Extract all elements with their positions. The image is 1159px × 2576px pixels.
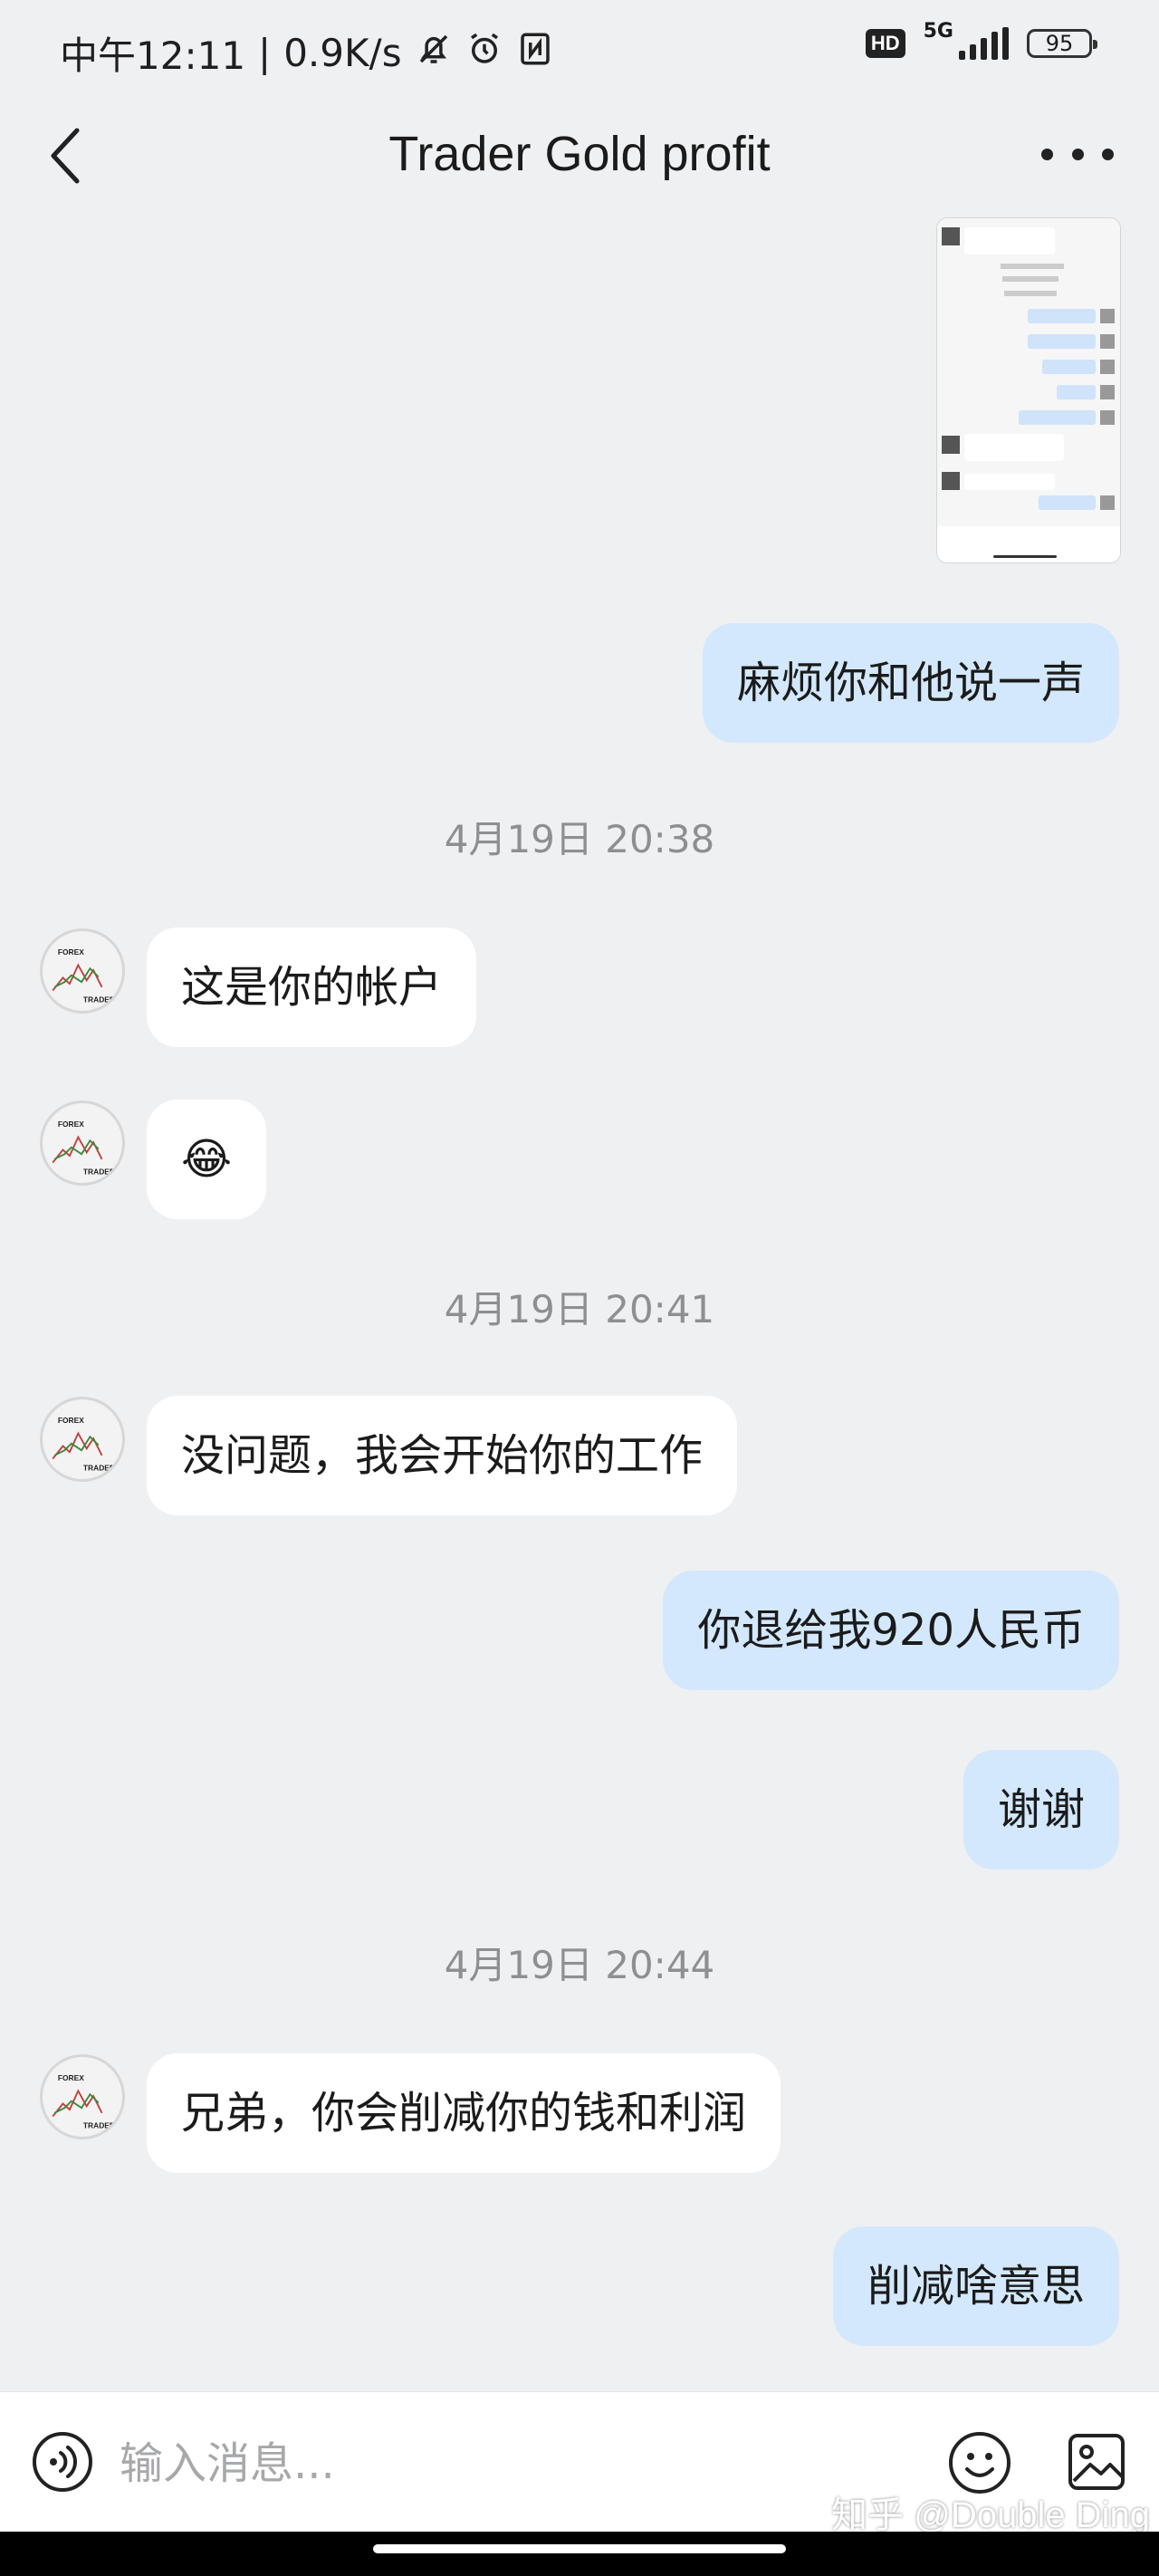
network-speed: 0.9K/s (283, 31, 402, 75)
message-bubble-outgoing[interactable]: 你退给我920人民币 (663, 1571, 1119, 1690)
avatar[interactable]: FOREX TRADER (40, 1397, 125, 1482)
message-bubble-incoming[interactable]: 没问题，我会开始你的工作 (147, 1396, 738, 1515)
message-timestamp: 4月19日 20:44 (444, 1943, 715, 1987)
image-button[interactable] (1067, 2432, 1126, 2492)
message-image-thumbnail[interactable] (936, 217, 1121, 563)
status-right: HD 5G 95 (865, 20, 1097, 60)
alarm-icon (465, 30, 503, 77)
bell-off-icon (415, 30, 453, 77)
message-input[interactable] (118, 2428, 918, 2499)
more-options-button[interactable] (1041, 131, 1114, 177)
message-bubble-incoming[interactable]: 这是你的帐户 (147, 928, 477, 1047)
status-bar: 中午12:11 | 0.9K/s HD 5G 95 (0, 0, 1159, 104)
svg-text:TRADER: TRADER (83, 2121, 115, 2130)
avatar[interactable]: FOREX TRADER (40, 928, 125, 1014)
chat-header: Trader Gold profit (0, 104, 1159, 208)
image-icon (1068, 2434, 1125, 2490)
svg-text:FOREX: FOREX (58, 947, 84, 956)
network-type: 5G (923, 19, 953, 43)
avatar[interactable]: FOREX TRADER (40, 1101, 125, 1186)
svg-text:TRADER: TRADER (83, 995, 115, 1004)
watermark: 知乎 @Double Ding (831, 2495, 1150, 2535)
svg-text:TRADER: TRADER (83, 1464, 115, 1473)
avatar[interactable]: FOREX TRADER (40, 2054, 125, 2139)
message-bubble-incoming[interactable]: 兄弟，你会削减你的钱和利润 (147, 2053, 781, 2173)
hd-badge: HD (865, 29, 905, 58)
message-bubble-incoming[interactable]: 😂 (147, 1100, 267, 1219)
svg-text:TRADER: TRADER (83, 1168, 115, 1177)
more-dot (1102, 148, 1114, 160)
status-time: 中午12:11 (60, 34, 246, 78)
message-timestamp: 4月19日 20:38 (444, 817, 715, 861)
message-list[interactable]: 麻烦你和他说一声 4月19日 20:38 FOREX TRADER 这是你的帐户 … (0, 208, 1159, 2391)
svg-text:FOREX: FOREX (58, 1416, 84, 1425)
battery-level: 95 (1045, 31, 1074, 56)
home-indicator[interactable] (373, 2544, 786, 2553)
battery-icon: 95 (1027, 29, 1097, 58)
message-bubble-outgoing[interactable]: 麻烦你和他说一声 (702, 623, 1119, 743)
nfc-icon (516, 30, 554, 77)
voice-icon (33, 2432, 92, 2492)
chat-title: Trader Gold profit (388, 127, 771, 181)
message-timestamp: 4月19日 20:41 (444, 1287, 715, 1331)
svg-text:FOREX: FOREX (58, 2073, 84, 2082)
status-left: 中午12:11 | 0.9K/s (60, 25, 554, 81)
navigation-bar (0, 2532, 1159, 2576)
message-bubble-outgoing[interactable]: 谢谢 (963, 1750, 1119, 1870)
message-bubble-outgoing[interactable]: 削减啥意思 (832, 2226, 1119, 2346)
more-dot (1041, 148, 1053, 160)
signal-icon (959, 27, 1009, 60)
voice-button[interactable] (31, 2430, 94, 2494)
status-divider: | (258, 31, 272, 75)
more-dot (1071, 148, 1084, 160)
svg-text:FOREX: FOREX (58, 1120, 84, 1129)
